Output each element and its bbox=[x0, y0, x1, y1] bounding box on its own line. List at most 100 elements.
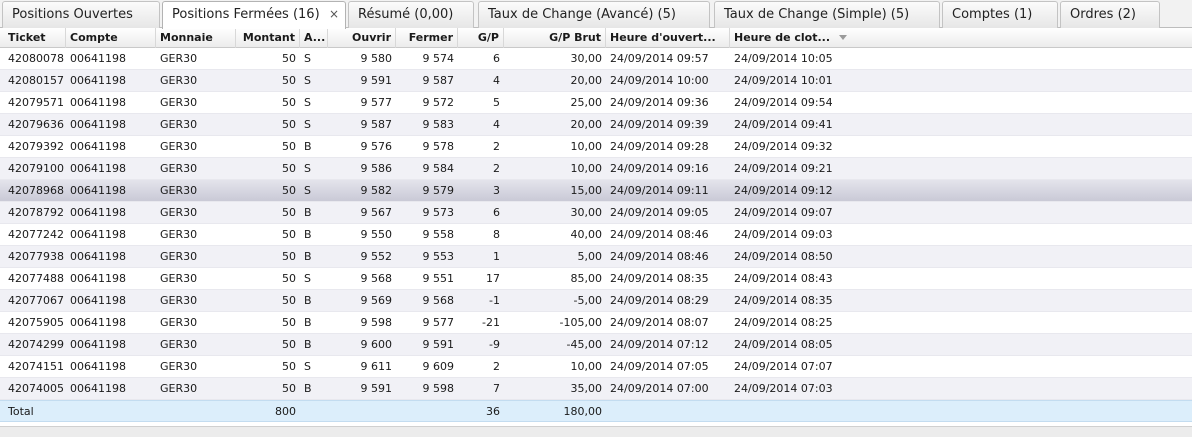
table-cell: -21 bbox=[482, 316, 500, 329]
table-cell: 9 591 bbox=[422, 338, 455, 351]
column-header-9[interactable]: Heure d'ouvert... bbox=[606, 28, 730, 48]
table-cell: 9 552 bbox=[360, 250, 393, 263]
tab-label: Positions Ouvertes bbox=[12, 7, 133, 22]
table-cell: 85,00 bbox=[570, 272, 603, 285]
table-cell: 24/09/2014 09:03 bbox=[734, 228, 833, 241]
column-header-4[interactable]: A... bbox=[300, 28, 328, 48]
table-row[interactable]: 42077242 00641198 GER30 50 B 9 550 9 558 8 40,00… bbox=[0, 224, 1192, 246]
table-cell: 5,00 bbox=[577, 250, 603, 263]
table-cell: 10,00 bbox=[570, 140, 603, 153]
table-cell: 50 bbox=[282, 294, 296, 307]
table-row[interactable]: 42074005 00641198 GER30 50 B 9 591 9 598 7 35,00… bbox=[0, 378, 1192, 400]
table-cell: 10,00 bbox=[570, 360, 603, 373]
table-row[interactable]: 42079571 00641198 GER30 50 S 9 577 9 572 5 25,00… bbox=[0, 92, 1192, 114]
column-header-0[interactable]: Ticket bbox=[4, 28, 66, 48]
table-cell: 24/09/2014 09:21 bbox=[734, 162, 833, 175]
tab-label: Taux de Change (Simple) (5) bbox=[724, 7, 910, 22]
table-cell: 9 577 bbox=[422, 316, 455, 329]
column-header-8[interactable]: G/P Brut bbox=[504, 28, 606, 48]
table-cell: 50 bbox=[282, 272, 296, 285]
tab-5[interactable]: Comptes (1) bbox=[942, 1, 1058, 28]
table-cell: S bbox=[304, 184, 311, 197]
table-cell: 50 bbox=[282, 140, 296, 153]
table-cell: 35,00 bbox=[570, 382, 603, 395]
table-row[interactable]: 42079636 00641198 GER30 50 S 9 587 9 583 4 20,00… bbox=[0, 114, 1192, 136]
table-cell: 24/09/2014 08:35 bbox=[610, 272, 709, 285]
column-header-1[interactable]: Compte bbox=[66, 28, 156, 48]
horizontal-scrollbar[interactable] bbox=[0, 426, 1192, 437]
table-cell: 42079636 bbox=[8, 118, 64, 131]
table-cell: 00641198 bbox=[70, 162, 126, 175]
tab-0[interactable]: Positions Ouvertes bbox=[2, 1, 160, 28]
table-row[interactable]: 42079392 00641198 GER30 50 B 9 576 9 578 2 10,00… bbox=[0, 136, 1192, 158]
table-cell: 9 611 bbox=[360, 360, 393, 373]
table-cell: -5,00 bbox=[573, 294, 602, 307]
table-cell: 24/09/2014 08:46 bbox=[610, 228, 709, 241]
table-cell: GER30 bbox=[160, 96, 198, 109]
table-cell: 42080157 bbox=[8, 74, 64, 87]
table-cell: 24/09/2014 09:05 bbox=[610, 206, 709, 219]
table-row[interactable]: 42080078 00641198 GER30 50 S 9 580 9 574 6 30,00… bbox=[0, 48, 1192, 70]
table-cell: 42080078 bbox=[8, 52, 64, 65]
table-cell: 24/09/2014 07:00 bbox=[610, 382, 709, 395]
table-cell: 9 572 bbox=[422, 96, 455, 109]
table-cell: 9 558 bbox=[422, 228, 455, 241]
table-cell: 50 bbox=[282, 96, 296, 109]
table-cell: 42078792 bbox=[8, 206, 64, 219]
column-header-2[interactable]: Monnaie bbox=[156, 28, 236, 48]
table-row[interactable]: 42074299 00641198 GER30 50 B 9 600 9 591 -9 -45,… bbox=[0, 334, 1192, 356]
table-cell: 24/09/2014 08:29 bbox=[610, 294, 709, 307]
table-cell: 30,00 bbox=[570, 206, 603, 219]
table-row[interactable]: 42078792 00641198 GER30 50 B 9 567 9 573 6 30,00… bbox=[0, 202, 1192, 224]
table-row[interactable]: 42075905 00641198 GER30 50 B 9 598 9 577 -21 -10… bbox=[0, 312, 1192, 334]
table-cell: 9 550 bbox=[360, 228, 393, 241]
table-cell: 24/09/2014 08:35 bbox=[734, 294, 833, 307]
column-header-5[interactable]: Ouvrir bbox=[328, 28, 396, 48]
table-cell: 9 586 bbox=[360, 162, 393, 175]
close-tab-icon[interactable]: × bbox=[329, 2, 339, 27]
table-cell: GER30 bbox=[160, 52, 198, 65]
tab-1[interactable]: Positions Fermées (16) × bbox=[162, 1, 346, 29]
closed-positions-window: Positions Ouvertes Positions Fermées (16)… bbox=[0, 0, 1192, 437]
column-header-10[interactable]: Heure de clot... bbox=[730, 28, 850, 48]
table-cell: 50 bbox=[282, 162, 296, 175]
table-row[interactable]: 42077488 00641198 GER30 50 S 9 568 9 551 17 85,0… bbox=[0, 268, 1192, 290]
table-cell: GER30 bbox=[160, 228, 198, 241]
table-cell: 24/09/2014 07:05 bbox=[610, 360, 709, 373]
table-cell: 50 bbox=[282, 118, 296, 131]
tab-6[interactable]: Ordres (2) bbox=[1060, 1, 1160, 28]
table-cell: 9 567 bbox=[360, 206, 393, 219]
table-cell: 9 598 bbox=[360, 316, 393, 329]
table-cell: 9 609 bbox=[422, 360, 455, 373]
table-cell: 24/09/2014 09:36 bbox=[610, 96, 709, 109]
table-cell: -105,00 bbox=[559, 316, 602, 329]
table-row[interactable]: 42078968 00641198 GER30 50 S 9 582 9 579 3 15,00… bbox=[0, 180, 1192, 202]
tab-4[interactable]: Taux de Change (Simple) (5) bbox=[714, 1, 940, 28]
table-cell: 9 582 bbox=[360, 184, 393, 197]
table-cell: 24/09/2014 09:11 bbox=[610, 184, 709, 197]
closed-positions-grid: Ticket Compte Monnaie Montant A... Ouvrir Ferm… bbox=[0, 28, 1192, 426]
tab-3[interactable]: Taux de Change (Avancé) (5) bbox=[478, 1, 710, 28]
table-cell: GER30 bbox=[160, 74, 198, 87]
column-header-3[interactable]: Montant bbox=[236, 28, 300, 48]
tab-label: Taux de Change (Avancé) (5) bbox=[488, 7, 676, 22]
tab-label: Comptes (1) bbox=[952, 7, 1033, 22]
table-row[interactable]: 42077938 00641198 GER30 50 B 9 552 9 553 1 5,00 2… bbox=[0, 246, 1192, 268]
column-header-6[interactable]: Fermer bbox=[396, 28, 458, 48]
tab-2[interactable]: Résumé (0,00) bbox=[348, 1, 474, 28]
table-cell: 1 bbox=[493, 250, 500, 263]
tab-label: Ordres (2) bbox=[1070, 7, 1136, 22]
table-cell: 17 bbox=[486, 272, 500, 285]
table-cell: 15,00 bbox=[570, 184, 603, 197]
table-row[interactable]: 42079100 00641198 GER30 50 S 9 586 9 584 2 10,00… bbox=[0, 158, 1192, 180]
table-cell: 20,00 bbox=[570, 118, 603, 131]
table-cell: 00641198 bbox=[70, 118, 126, 131]
table-cell: 9 598 bbox=[422, 382, 455, 395]
table-cell: S bbox=[304, 360, 311, 373]
table-cell: 8 bbox=[493, 228, 500, 241]
table-row[interactable]: 42080157 00641198 GER30 50 S 9 591 9 587 4 20,00… bbox=[0, 70, 1192, 92]
column-header-7[interactable]: G/P bbox=[458, 28, 504, 48]
table-row[interactable]: 42074151 00641198 GER30 50 S 9 611 9 609 2 10,00… bbox=[0, 356, 1192, 378]
table-row[interactable]: 42077067 00641198 GER30 50 B 9 569 9 568 -1 -5,0… bbox=[0, 290, 1192, 312]
table-cell: 42079392 bbox=[8, 140, 64, 153]
